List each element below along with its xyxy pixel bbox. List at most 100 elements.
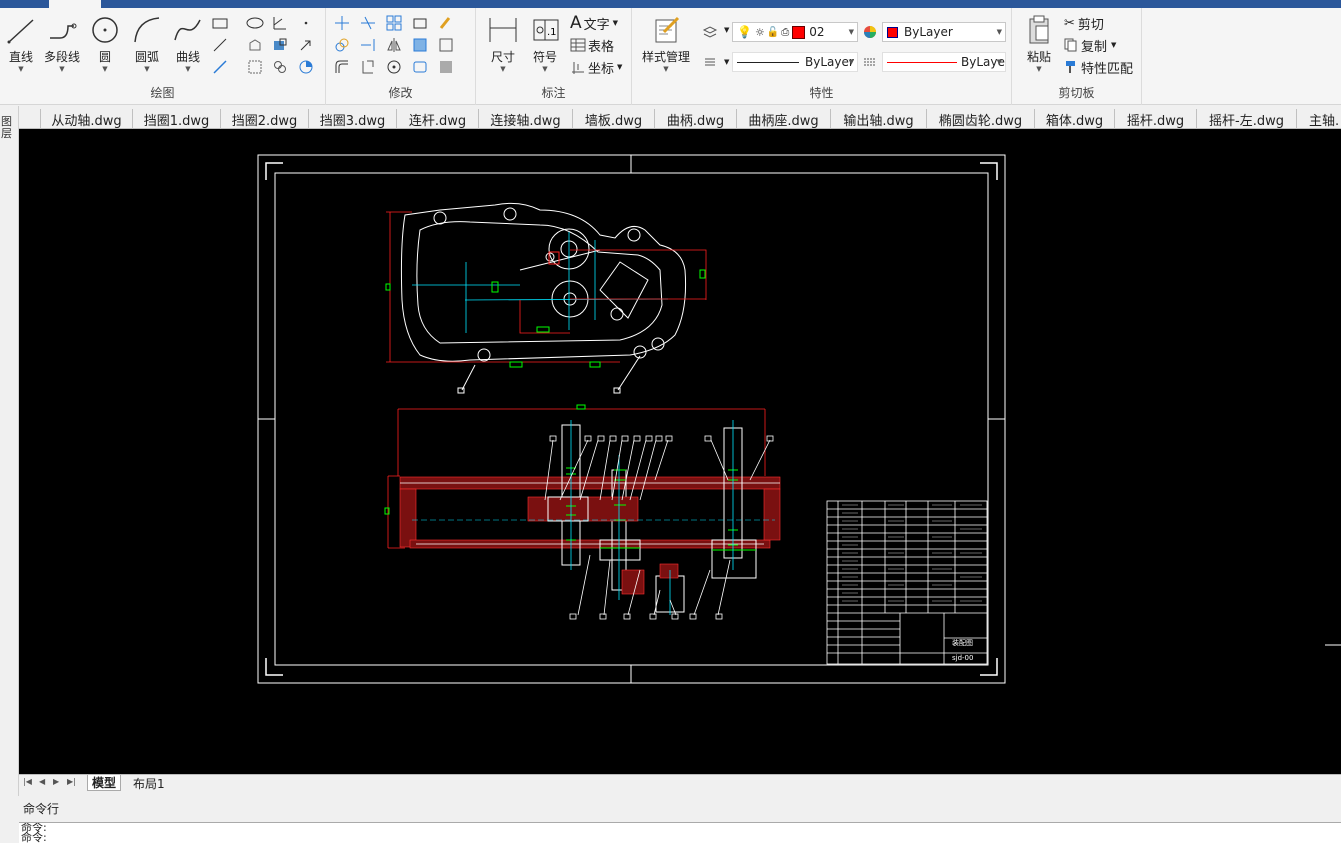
line-label: 直线 xyxy=(8,50,33,64)
stretch-icon xyxy=(413,18,427,29)
xline-button[interactable] xyxy=(210,58,230,76)
array-button[interactable] xyxy=(384,14,404,32)
layer-manager-button[interactable] xyxy=(700,23,720,41)
paste-button[interactable]: 粘贴 ▼ xyxy=(1018,14,1060,80)
dimension-button[interactable]: 尺寸 ▼ xyxy=(482,14,524,80)
cut-button[interactable]: ✂ 剪切 xyxy=(1064,14,1104,33)
active-ribbon-tab[interactable] xyxy=(49,0,101,8)
properties-edit-button[interactable] xyxy=(436,58,456,76)
chevron-down-icon: ▼ xyxy=(996,58,1002,66)
prev-tab-icon[interactable]: ◀ xyxy=(39,777,45,786)
chevron-down-icon: ▼ xyxy=(144,65,150,73)
move-button[interactable] xyxy=(332,14,352,32)
file-tab[interactable]: 从动轴.dwg xyxy=(40,109,132,129)
fillet-button[interactable] xyxy=(358,58,378,76)
style-manager-button[interactable]: 样式管理 ▼ xyxy=(638,14,694,80)
table-label: 表格 xyxy=(588,39,615,55)
revision-cloud-button[interactable] xyxy=(270,58,290,76)
fillet-icon xyxy=(362,60,374,74)
dimension-overall xyxy=(397,408,766,476)
polyline-button[interactable]: 多段线 ▼ xyxy=(40,14,84,80)
text-button[interactable]: A 文字 ▼ xyxy=(570,13,618,33)
mirror-button[interactable] xyxy=(384,36,404,54)
tab-model[interactable]: 模型 xyxy=(87,775,122,791)
match-brush-button[interactable] xyxy=(436,14,456,32)
draw-group: 直线 ▼ 多段线 ▼ 圆 ▼ 圆弧 ▼ 曲线 ▼ 绘图 xyxy=(0,8,326,105)
layer-value: 02 xyxy=(809,25,825,39)
linetype-scale-button[interactable] xyxy=(860,53,880,71)
extend-button[interactable] xyxy=(358,36,378,54)
file-tab[interactable]: 曲柄.dwg xyxy=(654,109,736,129)
drawing-canvas[interactable]: 装配图 sjd-00 xyxy=(19,129,1341,774)
file-tab[interactable]: 连杆.dwg xyxy=(396,109,478,129)
layer-select[interactable]: 💡 ☼ 🔓 ⎙ 02 ▼ xyxy=(732,22,858,42)
next-tab-icon[interactable]: ▶ xyxy=(53,777,59,786)
copy-object-button[interactable] xyxy=(332,36,352,54)
scale-button[interactable] xyxy=(410,36,430,54)
file-tab[interactable]: 墙板.dwg xyxy=(572,109,654,129)
lineweight-list-button[interactable] xyxy=(700,53,720,71)
dim-text xyxy=(385,283,391,291)
explode-button[interactable] xyxy=(436,36,456,54)
file-tab[interactable]: 挡圈3.dwg xyxy=(308,109,396,129)
linetype-select[interactable]: ByLayer ▼ xyxy=(732,52,858,72)
file-tab[interactable]: 摇杆-左.dwg xyxy=(1196,109,1296,129)
circle-button[interactable]: 圆 ▼ xyxy=(84,14,126,80)
file-tab[interactable]: 挡圈2.dwg xyxy=(220,109,308,129)
paste-icon xyxy=(1029,15,1049,44)
line-button[interactable]: 直线 ▼ xyxy=(0,14,42,80)
break-icon xyxy=(413,61,427,73)
point-button[interactable] xyxy=(296,14,316,32)
table-button[interactable]: 表格 xyxy=(570,36,615,55)
color-select[interactable]: ByLayer ▼ xyxy=(882,22,1006,42)
text-label: 文字 xyxy=(583,17,610,33)
copy-object-icon xyxy=(335,38,349,52)
offset-icon xyxy=(335,60,348,73)
file-tab[interactable]: 挡圈1.dwg xyxy=(132,109,220,129)
ellipse-button[interactable] xyxy=(245,14,265,32)
rectangle-button[interactable] xyxy=(210,14,230,32)
command-history[interactable]: 命令: 命令: xyxy=(19,822,1341,843)
lineweight-select[interactable]: ByLaye ▼ xyxy=(882,52,1006,72)
block-button[interactable] xyxy=(270,36,290,54)
arc-button[interactable]: 圆弧 ▼ xyxy=(126,14,168,80)
match-properties-button[interactable]: 特性匹配 xyxy=(1064,58,1133,77)
curve-button[interactable]: 曲线 ▼ xyxy=(167,14,209,80)
trim-button[interactable] xyxy=(358,14,378,32)
file-tab[interactable]: 输出轴.dwg xyxy=(830,109,926,129)
file-tab[interactable]: 箱体.dwg xyxy=(1034,109,1114,129)
layers-icon xyxy=(702,26,718,38)
pick-button[interactable] xyxy=(296,36,316,54)
chevron-down-icon: ▼ xyxy=(724,26,730,34)
boundary-button[interactable] xyxy=(245,58,265,76)
file-tab[interactable]: 主轴. xyxy=(1296,109,1341,129)
copy-button[interactable]: 复制 ▼ xyxy=(1064,36,1116,55)
title-block-code: sjd-00 xyxy=(952,654,973,662)
region-button[interactable] xyxy=(245,36,265,54)
file-tab[interactable]: 椭圆齿轮.dwg xyxy=(926,109,1034,129)
lightbulb-icon: 💡 xyxy=(737,25,752,39)
file-tab[interactable]: 曲柄座.dwg xyxy=(736,109,830,129)
offset-button[interactable] xyxy=(332,58,352,76)
chevron-down-icon: ▼ xyxy=(1036,65,1042,73)
file-tab[interactable]: 连接轴.dwg xyxy=(478,109,572,129)
stretch-button[interactable] xyxy=(410,14,430,32)
last-tab-icon[interactable]: ▶| xyxy=(67,777,76,786)
file-tab[interactable]: 摇杆.dwg xyxy=(1114,109,1196,129)
construction-line-button[interactable] xyxy=(270,14,290,32)
break-button[interactable] xyxy=(410,58,430,76)
color-wheel-button[interactable] xyxy=(860,23,880,41)
arrow-icon xyxy=(300,40,311,51)
coordinate-button[interactable]: 坐标 ▼ xyxy=(570,58,622,77)
first-tab-icon[interactable]: |◀ xyxy=(23,777,32,786)
polyline-label: 多段线 xyxy=(43,50,80,64)
layer-side-panel[interactable]: 图层 xyxy=(0,106,19,796)
rotate-button[interactable] xyxy=(384,58,404,76)
cad-drawing: 装配图 sjd-00 xyxy=(257,154,1341,684)
layer-panel-label: 图层 xyxy=(1,115,12,140)
tab-layout1[interactable]: 布局1 xyxy=(129,775,169,791)
link-plate xyxy=(599,261,649,319)
symbol-button[interactable]: .1 符号 ▼ xyxy=(524,14,566,80)
hatch-button[interactable] xyxy=(210,36,230,54)
wipeout-button[interactable] xyxy=(296,58,316,76)
